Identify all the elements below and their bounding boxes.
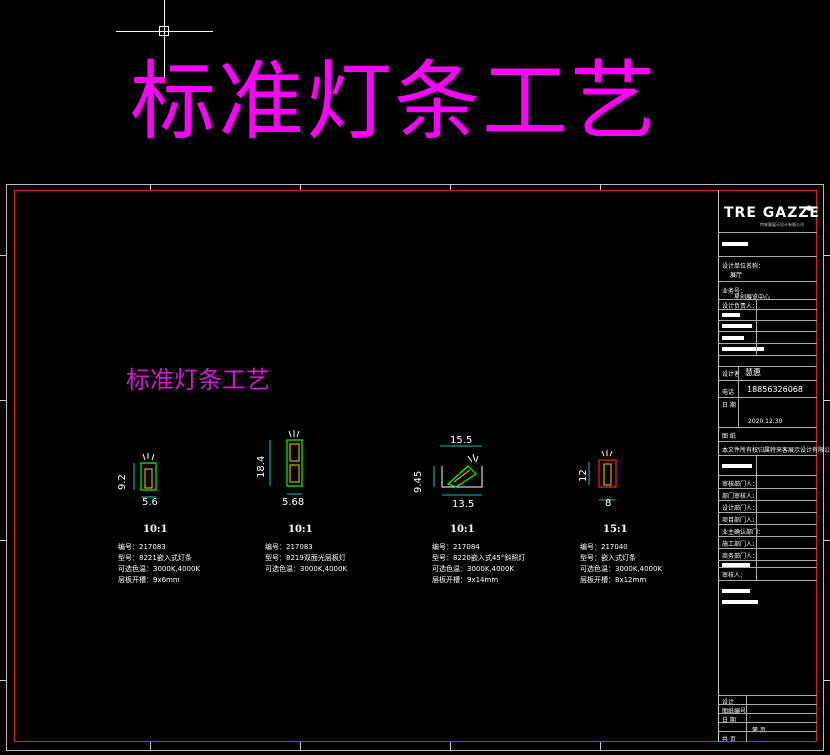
detail-4-dim-width: 8 [605, 498, 612, 509]
detail-2-scale: 10:1 [288, 524, 313, 535]
tb-row-2: 部门审核人： [722, 493, 759, 500]
detail-3-dim-width: 13.5 [452, 499, 475, 510]
tb-project-value: 展厅 [730, 272, 743, 279]
tb-bottom-4: 第 页 [752, 725, 766, 734]
tb-bottom-5: 共 页 [722, 736, 736, 743]
detail-4-dim-height: 12 [578, 469, 589, 482]
tb-phone-label: 电话 [722, 389, 735, 396]
tb-row-5: 业主确认部门： [722, 529, 765, 536]
tb-date-value: 2020.12.30 [748, 418, 783, 425]
tb-row-8: 审核人： [722, 572, 747, 579]
tb-remark-label: 图 纸 [722, 433, 736, 440]
tb-row-4: 项目部门人： [722, 517, 759, 524]
tb-project-label: 设计单位名称： [722, 263, 765, 270]
tb-row-1: 审核部门人： [722, 481, 759, 488]
tb-remark-value: 本文件所有权归属特来客展示设计有限公司 [722, 447, 830, 454]
tb-phone-value: 18856326068 [747, 385, 803, 394]
detail-1-scale: 10:1 [143, 524, 168, 535]
detail-1-dim-height: 9.2 [117, 474, 128, 490]
detail-2-dim-width: 5.68 [282, 497, 305, 508]
tb-date-label: 日 期 [722, 402, 736, 409]
registered-mark-icon: ● [806, 204, 813, 212]
detail-1-dim-width: 5.6 [142, 497, 158, 508]
detail-4-scale: 15:1 [603, 524, 628, 535]
tb-row-7: 商务部门人： [722, 553, 759, 560]
detail-3-dim-height: 9.45 [413, 470, 424, 493]
tb-sign-value: 慧惠 [745, 368, 761, 377]
detail-3-spec: 编号：217084 型号：8220嵌入式45°斜照灯 可选色温：3000K,40… [432, 543, 526, 584]
company-tagline: 特来客展示设计有限公司 [760, 222, 804, 227]
drawing-title-large[interactable]: 标准灯条工艺 [130, 52, 658, 152]
detail-3-scale: 10:1 [450, 524, 475, 535]
tb-row-3: 设计部门人： [722, 505, 759, 512]
tb-row-6: 施工部门人： [722, 541, 759, 548]
drawing-title-small[interactable]: 标准灯条工艺 [126, 360, 270, 395]
crosshair-cursor-pickbox [159, 26, 169, 36]
detail-2-dim-height: 18.4 [256, 455, 267, 478]
detail-1-spec: 编号：217083 型号：8221嵌入式灯条 可选色温：3000K,4000K … [118, 543, 201, 584]
detail-3-dim-top: 15.5 [450, 435, 473, 446]
detail-2-spec: 编号：217083 型号：8219双面光层板灯 可选色温：3000K,4000K [265, 543, 348, 573]
detail-4-spec: 编号：217040 型号：嵌入式灯条 可选色温：3000K,4000K 层板开槽… [580, 543, 663, 584]
